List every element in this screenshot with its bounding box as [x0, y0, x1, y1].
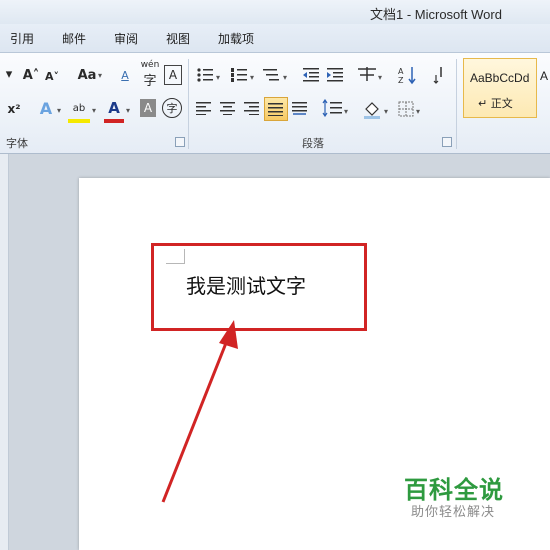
arrow-shaft — [161, 337, 230, 503]
arrow-head — [219, 320, 238, 349]
watermark-slogan: 助你轻松解决 — [411, 505, 496, 520]
watermark-brand: 百科全说 — [404, 476, 504, 504]
annotation-arrow — [161, 320, 238, 503]
